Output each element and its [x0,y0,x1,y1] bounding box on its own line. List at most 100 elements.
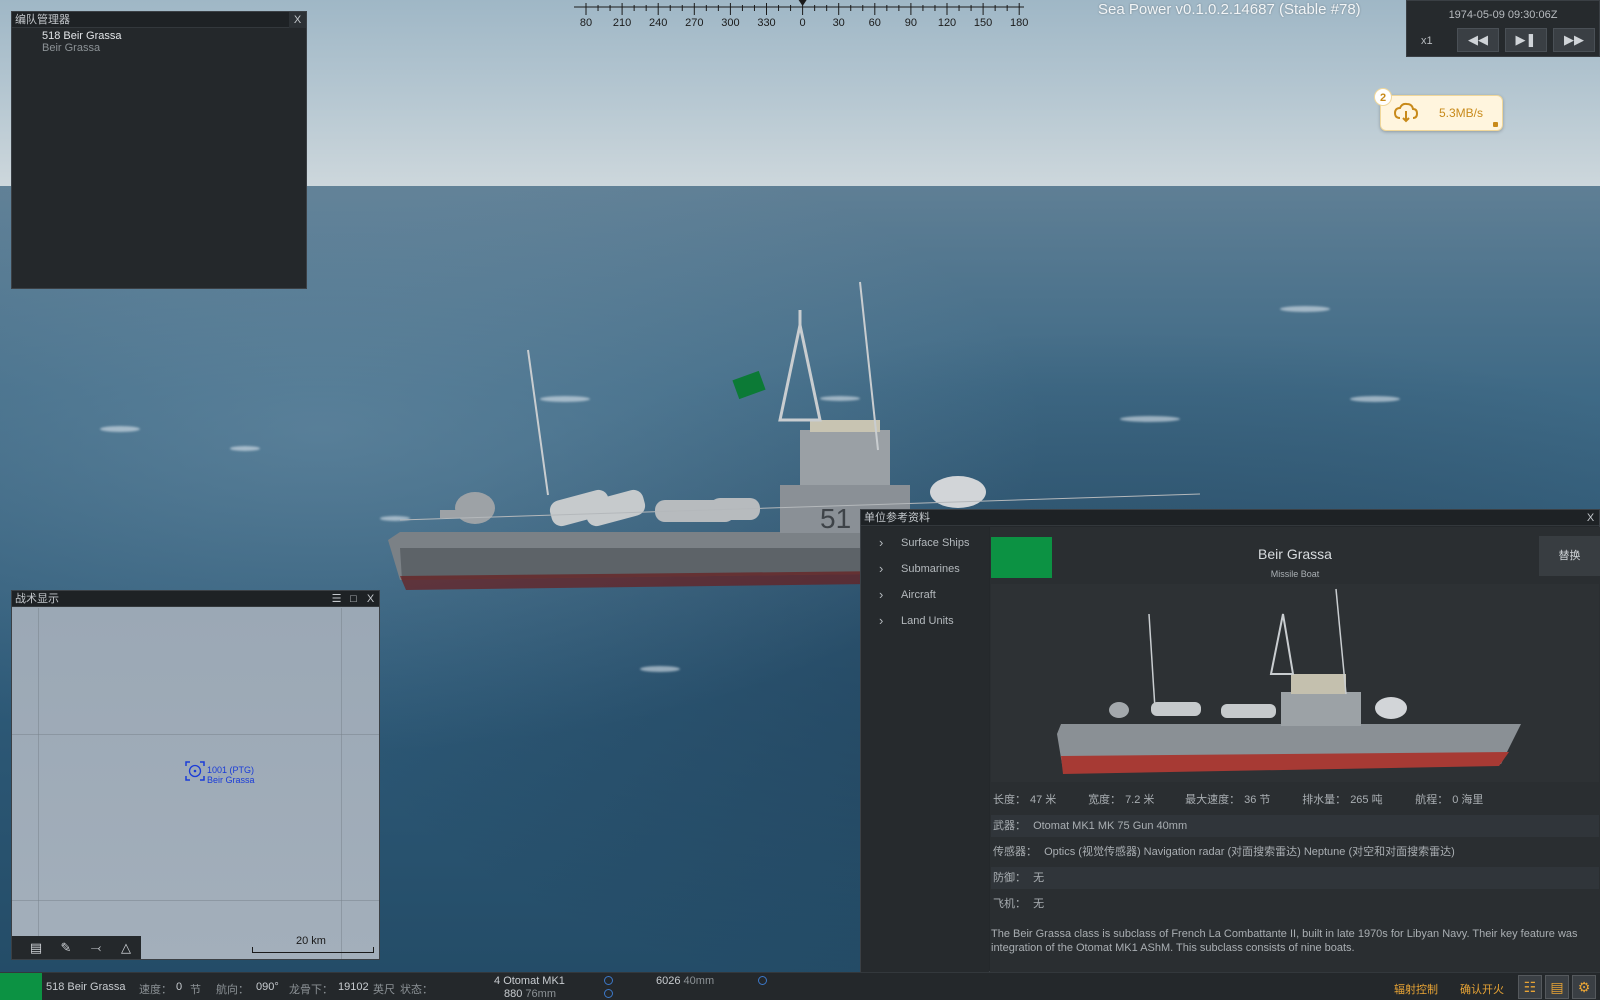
weapons-label: 武器： [993,820,1026,832]
download-count-badge: 2 [1374,88,1392,106]
friendly-unit-marker-icon[interactable] [185,761,205,781]
keel-depth-value: 19102 [338,981,369,993]
eraser-icon[interactable]: △ [112,939,140,957]
category-submarines[interactable]: › Submarines [861,559,989,579]
menu-icon[interactable]: ☰ [328,591,345,607]
fleet-unit-item[interactable]: 518 Beir Grassa Beir Grassa [12,28,306,54]
game-datetime: 1974-05-09 09:30:06Z [1448,9,1558,21]
map-grid-line [12,900,379,901]
defense-value: 无 [1033,872,1045,884]
download-widget[interactable]: 2 5.3MB/s [1374,88,1503,131]
defense-label: 防御： [993,872,1026,884]
nation-color-indicator [0,973,42,1000]
category-label: Submarines [901,563,960,575]
aircraft-row: 飞机： 无 [991,893,1599,915]
gun40-count: 6026 [656,975,681,987]
compass-label: 60 [868,17,881,29]
sensors-label: 传感器： [993,846,1037,858]
unit-reference-titlebar[interactable]: 单位参考资料 X [861,510,1599,526]
tactical-display-titlebar[interactable]: 战术显示 ☰ □ X [12,591,379,607]
time-compression-label[interactable]: x1 [1421,35,1433,47]
ruler-icon[interactable]: ▤ [22,939,50,957]
category-land-units[interactable]: › Land Units [861,611,989,631]
unit-reference-title: 单位参考资料 [864,512,930,524]
weapon-otomat[interactable]: 4 Otomat MK1 [494,975,565,987]
tactical-map[interactable]: 1001 (PTG) Beir Grassa 20 km ▤ ✎ ⤙ △ [12,608,379,959]
speed-value[interactable]: 0 [176,981,182,993]
keel-depth-unit: 英尺 [373,984,395,996]
displacement-label: 排水量： [1302,794,1347,806]
speed-label: 速度： [139,984,172,996]
unit-category-list: › Surface Ships › Submarines › Aircraft … [861,527,989,972]
compass-label: 270 [685,17,704,29]
formation-icon[interactable]: ☷ [1518,975,1542,999]
tactical-display-title: 战术显示 [15,593,59,605]
beam-label: 宽度： [1088,794,1122,806]
map-grid-line [12,734,379,735]
category-surface-ships[interactable]: › Surface Ships [861,533,989,553]
tactical-close-button[interactable]: X [362,591,379,607]
unit-marker-class: Beir Grassa [207,775,255,785]
weapon-76mm[interactable]: 880 76mm [504,988,556,1000]
replace-button[interactable]: 替换 [1539,536,1600,576]
gun76-count: 880 [504,988,523,1000]
weapon-status-ring-icon [758,976,767,985]
heading-label: 航向： [216,984,249,996]
sensors-value: Optics (视觉传感器) Navigation radar (对面搜索雷达)… [1044,846,1455,858]
play-pause-icon: ▶❚ [1515,32,1537,47]
range-label: 航程： [1415,794,1449,806]
weapon-status-ring-icon [604,989,613,998]
map-scale-bar [252,947,374,953]
time-control-panel: 1974-05-09 09:30:06Z x1 ◀◀ ▶❚ ▶▶ [1406,0,1600,57]
download-corner-icon [1493,122,1498,127]
confirm-fire-button[interactable]: 确认开火 [1460,981,1504,997]
unit-reference-window: 单位参考资料 X › Surface Ships › Submarines › … [860,509,1600,972]
fleet-manager-titlebar[interactable]: 编队管理器 X [12,12,306,28]
compass-label: 90 [904,17,918,29]
category-label: Surface Ships [901,537,970,549]
compass-label: 210 [612,17,632,29]
keel-depth-label: 龙骨下： [289,984,333,996]
unit-reference-close-button[interactable]: X [1582,510,1599,526]
rewind-icon: ◀◀ [1468,32,1488,47]
aircraft-label: 飞机： [993,898,1026,910]
category-label: Land Units [901,615,954,627]
weapons-row: 武器： Otomat MK1 MK 75 Gun 40mm [991,815,1599,837]
chevron-right-icon: › [879,535,884,550]
displacement-value: 265 吨 [1350,794,1383,806]
map-grid-line [38,608,39,959]
speed-unit: 节 [190,984,201,996]
unit-details: Beir Grassa Missile Boat 替换 长度： 47 米 宽度： 7… [990,527,1600,972]
gun76-name: 76mm [525,988,556,1000]
map-scale-label: 20 km [296,935,326,947]
maximize-icon[interactable]: □ [345,591,362,607]
chevron-right-icon: › [879,561,884,576]
heading-value[interactable]: 090° [256,981,279,993]
aircraft-value: 无 [1033,898,1045,910]
cloud-download-icon [1393,102,1419,123]
compass-label: 180 [1010,17,1029,29]
compass-label: 330 [757,17,776,29]
document-icon[interactable]: ▤ [1545,975,1569,999]
category-aircraft[interactable]: › Aircraft [861,585,989,605]
weapon-status-ring-icon [604,976,613,985]
pencil-icon[interactable]: ✎ [52,939,80,957]
play-pause-button[interactable]: ▶❚ [1505,28,1547,52]
unit-marker-label: 1001 (PTG) [207,765,255,775]
weapon-40mm[interactable]: 6026 40mm [656,975,714,987]
compass-strip[interactable]: 80 210 240 270 300 330 0 30 60 90 120 150 180 [574,0,1028,30]
unit-profile-image [991,584,1599,782]
weapons-value: Otomat MK1 MK 75 Gun 40mm [1033,820,1188,832]
compass-icon[interactable]: ⤙ [82,939,110,957]
tactical-display-window: 战术显示 ☰ □ X 1001 (PTG) Beir Grassa 20 km … [11,590,380,960]
settings-icon[interactable]: ⚙ [1572,975,1596,999]
emcon-button[interactable]: 辐射控制 [1394,981,1438,997]
fleet-manager-close-button[interactable]: X [289,12,306,28]
state-label: 状态： [400,984,433,996]
rewind-button[interactable]: ◀◀ [1457,28,1499,52]
fast-forward-button[interactable]: ▶▶ [1553,28,1595,52]
unit-status-bar: 518 Beir Grassa 速度： 0 节 航向： 090° 龙骨下： 19… [0,972,1600,1000]
selected-unit-name[interactable]: 518 Beir Grassa [46,981,125,993]
map-grid-line [341,608,342,959]
otomat-count: 4 [494,975,501,987]
